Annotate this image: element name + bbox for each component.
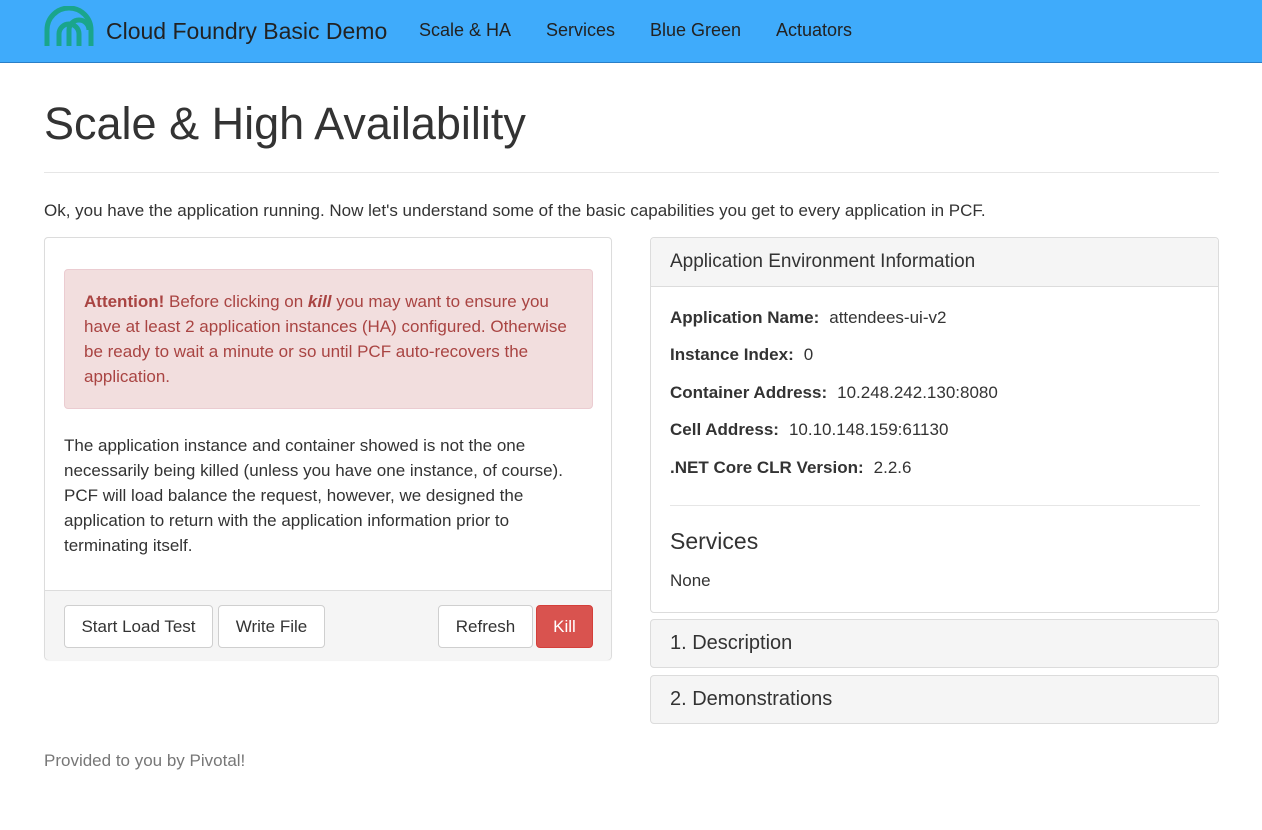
env-panel-heading: Application Environment Information [651, 238, 1218, 287]
services-value: None [670, 571, 711, 590]
info-label: Cell Address: [670, 420, 779, 439]
info-label: Container Address: [670, 383, 828, 402]
environment-info-panel: Application Environment Information Appl… [650, 237, 1219, 613]
refresh-button[interactable]: Refresh [438, 605, 533, 648]
alert-strong: Attention! [84, 292, 165, 311]
info-value: 0 [803, 345, 814, 364]
intro-text: Ok, you have the application running. No… [44, 201, 986, 220]
alert-text-before: Before clicking on [164, 292, 308, 311]
info-value: 10.10.148.159:61130 [788, 420, 949, 439]
start-load-test-button[interactable]: Start Load Test [64, 605, 213, 648]
nav-link-actuators[interactable]: Actuators [776, 20, 852, 41]
info-label: Application Name: [670, 308, 820, 327]
title-divider [44, 172, 1219, 173]
write-file-button[interactable]: Write File [218, 605, 325, 648]
brand-title[interactable]: Cloud Foundry Basic Demo [106, 18, 387, 45]
nav-link-scale-ha[interactable]: Scale & HA [419, 20, 511, 41]
info-label: Instance Index: [670, 345, 794, 364]
info-row-container-address: Container Address: 10.248.242.130:8080 [670, 383, 998, 403]
nav-link-services[interactable]: Services [546, 20, 615, 41]
info-row-app-name: Application Name: attendees-ui-v2 [670, 308, 946, 328]
accordion-description[interactable]: 1. Description [650, 619, 1219, 668]
info-label: .NET Core CLR Version: [670, 458, 864, 477]
scale-actions-panel: Attention! Before clicking on kill you m… [44, 237, 612, 660]
top-navbar: Cloud Foundry Basic Demo Scale & HA Serv… [0, 0, 1262, 63]
info-value: attendees-ui-v2 [829, 308, 947, 327]
accordion-demonstrations-title[interactable]: 2. Demonstrations [670, 688, 832, 711]
info-row-clr-version: .NET Core CLR Version: 2.2.6 [670, 458, 911, 478]
accordion-demonstrations[interactable]: 2. Demonstrations [650, 675, 1219, 724]
nav-link-blue-green[interactable]: Blue Green [650, 20, 741, 41]
alert-kill-word: kill [307, 292, 332, 311]
kill-explanation-text: The application instance and container s… [64, 436, 563, 555]
cloud-foundry-logo-icon[interactable] [43, 6, 95, 46]
page-footer-text: Provided to you by Pivotal! [44, 751, 246, 770]
services-heading: Services [670, 528, 759, 554]
attention-alert: Attention! Before clicking on kill you m… [64, 269, 593, 409]
info-value: 2.2.6 [873, 458, 912, 477]
env-panel-title: Application Environment Information [670, 251, 976, 272]
env-divider [670, 505, 1200, 506]
info-row-cell-address: Cell Address: 10.10.148.159:61130 [670, 420, 948, 440]
panel-footer: Start Load Test Write File Refresh Kill [45, 590, 611, 660]
page-title: Scale & High Availability [44, 98, 526, 149]
kill-button[interactable]: Kill [536, 605, 593, 648]
accordion-description-title[interactable]: 1. Description [670, 632, 792, 655]
info-row-instance-index: Instance Index: 0 [670, 345, 813, 365]
info-value: 10.248.242.130:8080 [837, 383, 998, 402]
